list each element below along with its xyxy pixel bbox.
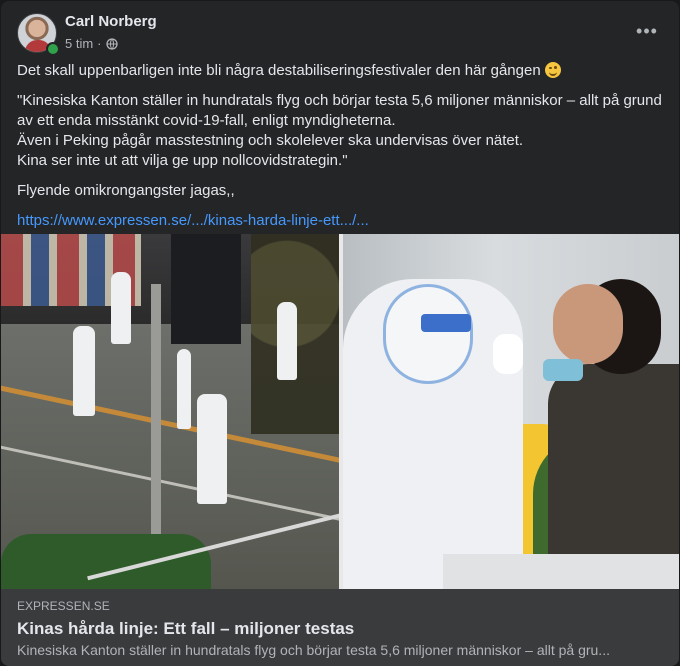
- post-meta: 5 tim ·: [65, 36, 118, 51]
- quote-line: Kina ser inte ut att vilja ge upp nollco…: [17, 152, 348, 169]
- quote-line: Även i Peking pågår masstestning och sko…: [17, 132, 524, 149]
- globe-icon[interactable]: [105, 37, 118, 50]
- author-name[interactable]: Carl Norberg: [65, 13, 157, 30]
- post-card: Carl Norberg 5 tim · ••• Det skall uppen…: [1, 1, 679, 666]
- smirk-emoji-icon: [544, 62, 561, 78]
- quote-line: "Kinesiska Kanton ställer in hundratals …: [17, 92, 662, 129]
- photo-street-workers: [1, 234, 339, 589]
- more-options-button[interactable]: •••: [631, 15, 663, 47]
- link-preview-caption[interactable]: EXPRESSEN.SE Kinas hårda linje: Ett fall…: [1, 589, 679, 666]
- post-time[interactable]: 5 tim: [65, 36, 93, 51]
- post-text-line: Det skall uppenbarligen inte bli några d…: [17, 61, 667, 81]
- online-status-dot: [46, 42, 60, 56]
- more-horizontal-icon: •••: [636, 20, 658, 41]
- photo-swab-test: [343, 234, 679, 589]
- post-text-line: Flyende omikrongangster jagas,,: [17, 182, 235, 199]
- meta-separator: ·: [97, 36, 102, 51]
- post-quote: "Kinesiska Kanton ställer in hundratals …: [17, 91, 667, 171]
- post-text: Det skall uppenbarligen inte bli några d…: [17, 61, 667, 241]
- link-preview-image[interactable]: [1, 234, 679, 589]
- link-description: Kinesiska Kanton ställer in hundratals f…: [17, 642, 610, 658]
- link-source: EXPRESSEN.SE: [17, 599, 110, 613]
- post-text-intro: Det skall uppenbarligen inte bli några d…: [17, 62, 541, 79]
- link-title[interactable]: Kinas hårda linje: Ett fall – miljoner t…: [17, 619, 354, 639]
- article-link[interactable]: https://www.expressen.se/.../kinas-harda…: [17, 212, 369, 229]
- post-header: Carl Norberg 5 tim · •••: [17, 13, 663, 57]
